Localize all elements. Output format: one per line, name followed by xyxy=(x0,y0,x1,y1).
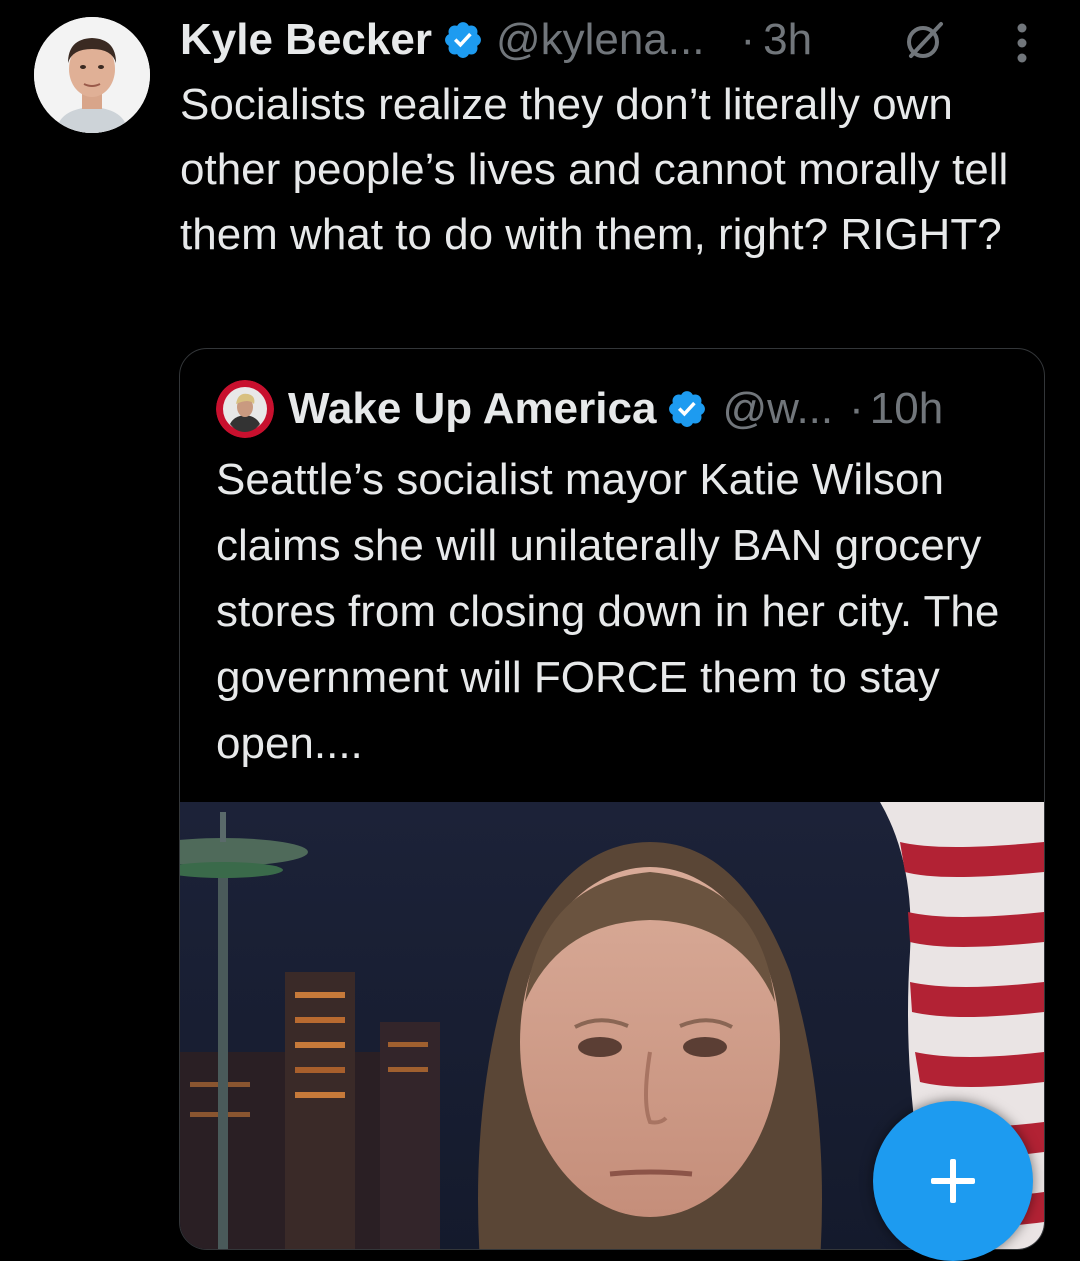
author-avatar[interactable] xyxy=(34,17,150,133)
time-separator: · xyxy=(849,384,864,433)
plus-icon xyxy=(931,1159,975,1203)
quoted-tweet-header: Wake Up America @w... · 10h xyxy=(216,379,943,439)
tweet-text: Socialists realize they don’t literally … xyxy=(180,80,1009,259)
tweet-time[interactable]: 3h xyxy=(763,15,812,65)
compose-button[interactable] xyxy=(873,1101,1033,1261)
quoted-tweet-time[interactable]: 10h xyxy=(870,384,943,434)
more-vertical-icon[interactable] xyxy=(1010,22,1034,64)
tweet[interactable]: Kyle Becker @kylena... · 3h Socialists r… xyxy=(0,0,1080,1261)
verified-badge-icon xyxy=(445,22,481,58)
verified-badge-icon xyxy=(669,391,706,427)
author-name[interactable]: Kyle Becker xyxy=(180,15,432,65)
quoted-author-avatar[interactable] xyxy=(216,380,274,438)
tweet-header: Kyle Becker @kylena... · 3h xyxy=(180,10,812,70)
quoted-author-handle[interactable]: @w... xyxy=(722,384,833,434)
time-separator: · xyxy=(740,15,756,64)
quoted-tweet-text: Seattle’s socialist mayor Katie Wilson c… xyxy=(216,455,1000,768)
quoted-author-name[interactable]: Wake Up America xyxy=(288,384,656,434)
grok-slash-icon[interactable] xyxy=(903,18,947,62)
author-handle[interactable]: @kylena... xyxy=(496,15,705,65)
